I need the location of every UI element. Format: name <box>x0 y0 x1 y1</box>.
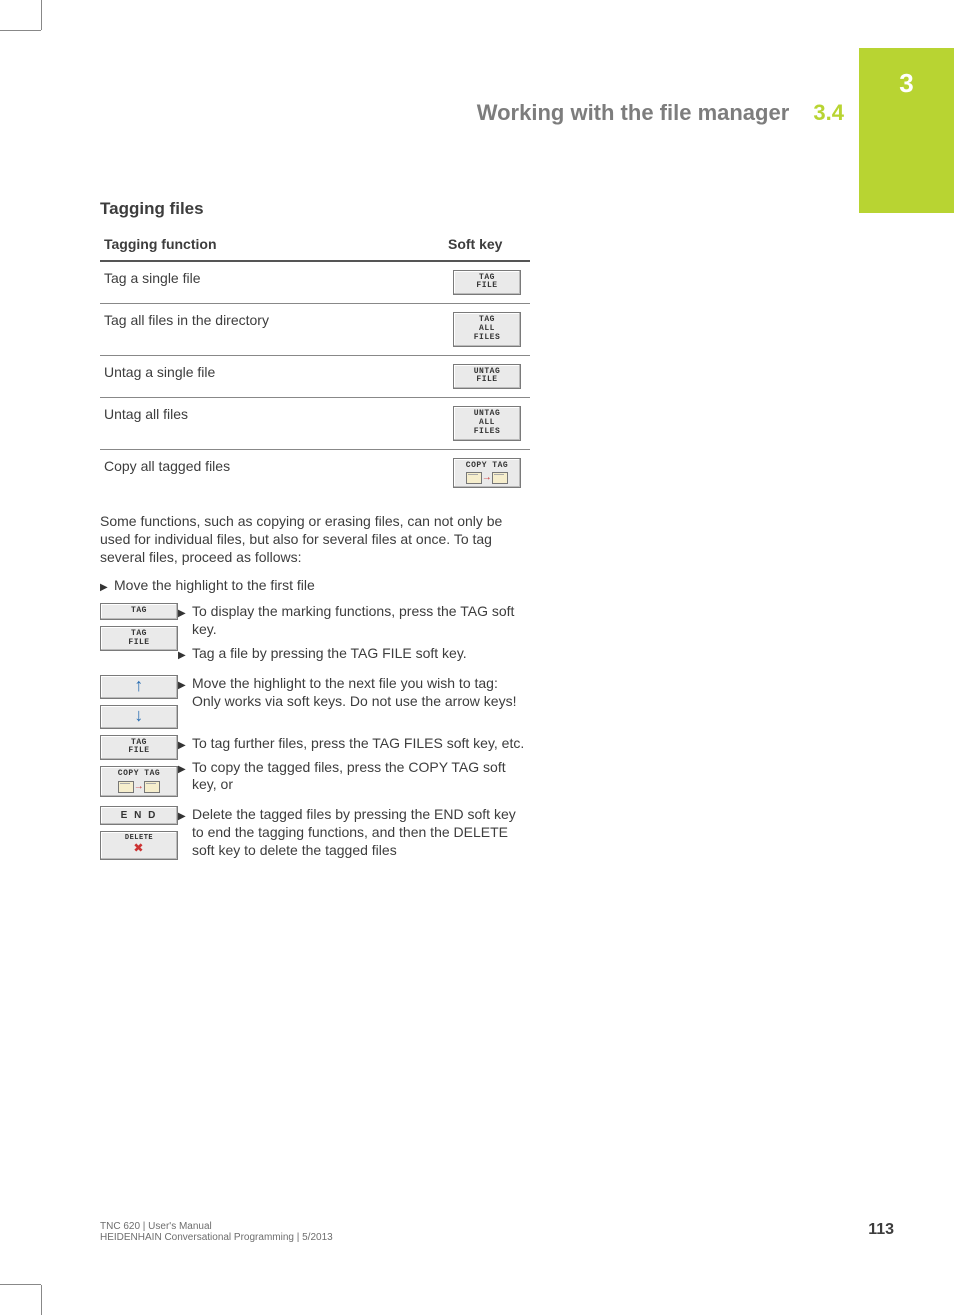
bullet-icon <box>178 806 192 860</box>
instruction-step: To tag further files, press the TAG FILE… <box>178 735 530 753</box>
step-text: Move the highlight to the next file you … <box>192 675 530 711</box>
key-cell: UNTAGFILE <box>444 355 530 398</box>
bullet-icon <box>178 603 192 639</box>
softkey-icon: ↑ <box>100 675 178 699</box>
bullet-icon <box>100 577 114 595</box>
step-first: Move the highlight to the first file <box>100 577 530 595</box>
chapter-number: 3 <box>859 68 954 99</box>
instruction-step: Move the highlight to the next file you … <box>178 675 530 711</box>
page-content: Tagging files Tagging function Soft key … <box>100 198 530 872</box>
instruction-row: ↑↓Move the highlight to the next file yo… <box>100 675 530 729</box>
bullet-icon <box>178 735 192 753</box>
instruction-text: Delete the tagged files by pressing the … <box>178 806 530 866</box>
bullet-icon <box>178 759 192 795</box>
intro-paragraph: Some functions, such as copying or erasi… <box>100 513 530 567</box>
key-cell: UNTAGALLFILES <box>444 398 530 449</box>
softkey-column: TAG TAGFILE <box>100 603 178 651</box>
table-row: Copy all tagged files COPY TAG→ <box>100 449 530 497</box>
key-cell: TAGALLFILES <box>444 304 530 355</box>
softkey-icon: TAG <box>100 603 178 620</box>
bullet-icon <box>178 645 192 663</box>
fn-cell: Copy all tagged files <box>100 449 444 497</box>
footer-line2: HEIDENHAIN Conversational Programming | … <box>100 1232 894 1243</box>
fn-cell: Tag all files in the directory <box>100 304 444 355</box>
instruction-step: Delete the tagged files by pressing the … <box>178 806 530 860</box>
softkey-icon: TAGFILE <box>100 626 178 652</box>
fn-cell: Tag a single file <box>100 261 444 304</box>
key-cell: COPY TAG→ <box>444 449 530 497</box>
softkey-icon: COPY TAG→ <box>100 766 178 797</box>
softkey-icon: UNTAGFILE <box>453 364 521 390</box>
table-row: Tag all files in the directory TAGALLFILE… <box>100 304 530 355</box>
footer-line1: TNC 620 | User's Manual <box>100 1221 894 1232</box>
softkey-column: E N D DELETE✖ <box>100 806 178 859</box>
table-row: Tag a single file TAGFILE <box>100 261 530 304</box>
running-header: Working with the file manager 3.4 <box>100 100 844 126</box>
table-row: Untag a single file UNTAGFILE <box>100 355 530 398</box>
instruction-text: To tag further files, press the TAG FILE… <box>178 735 530 801</box>
running-header-title: Working with the file manager <box>477 100 790 125</box>
step-text: To copy the tagged files, press the COPY… <box>192 759 530 795</box>
fn-cell: Untag a single file <box>100 355 444 398</box>
step-text: Tag a file by pressing the TAG FILE soft… <box>192 645 530 663</box>
bullet-icon <box>178 675 192 711</box>
softkey-column: TAGFILE COPY TAG→ <box>100 735 178 797</box>
instruction-text: To display the marking functions, press … <box>178 603 530 669</box>
instruction-step: Tag a file by pressing the TAG FILE soft… <box>178 645 530 663</box>
softkey-column: ↑↓ <box>100 675 178 729</box>
step-text: To tag further files, press the TAG FILE… <box>192 735 530 753</box>
running-header-section: 3.4 <box>813 100 844 125</box>
softkey-icon: DELETE✖ <box>100 831 178 859</box>
instruction-step: To display the marking functions, press … <box>178 603 530 639</box>
instruction-step: To copy the tagged files, press the COPY… <box>178 759 530 795</box>
section-heading: Tagging files <box>100 198 530 220</box>
instruction-row: E N D DELETE✖ Delete the tagged files by p… <box>100 806 530 866</box>
softkey-icon: ↓ <box>100 705 178 729</box>
col-softkey: Soft key <box>444 232 530 261</box>
softkey-icon: COPY TAG→ <box>453 458 521 489</box>
instruction-row: TAGFILE COPY TAG→ To tag further files, pr… <box>100 735 530 801</box>
chapter-tab: 3 <box>859 48 954 213</box>
col-function: Tagging function <box>100 232 444 261</box>
instruction-text: Move the highlight to the next file you … <box>178 675 530 717</box>
step-text: To display the marking functions, press … <box>192 603 530 639</box>
page-footer: 113 TNC 620 | User's Manual HEIDENHAIN C… <box>100 1221 894 1243</box>
table-row: Untag all files UNTAGALLFILES <box>100 398 530 449</box>
softkey-icon: TAGALLFILES <box>453 312 521 346</box>
step-text: Delete the tagged files by pressing the … <box>192 806 530 860</box>
step-first-text: Move the highlight to the first file <box>114 577 530 595</box>
softkey-icon: TAGFILE <box>100 735 178 761</box>
instruction-row: TAG TAGFILE To display the marking functio… <box>100 603 530 669</box>
softkey-icon: E N D <box>100 806 178 825</box>
fn-cell: Untag all files <box>100 398 444 449</box>
tagging-table: Tagging function Soft key Tag a single f… <box>100 232 530 498</box>
page-number: 113 <box>868 1221 894 1239</box>
key-cell: TAGFILE <box>444 261 530 304</box>
softkey-icon: TAGFILE <box>453 270 521 296</box>
softkey-icon: UNTAGALLFILES <box>453 406 521 440</box>
